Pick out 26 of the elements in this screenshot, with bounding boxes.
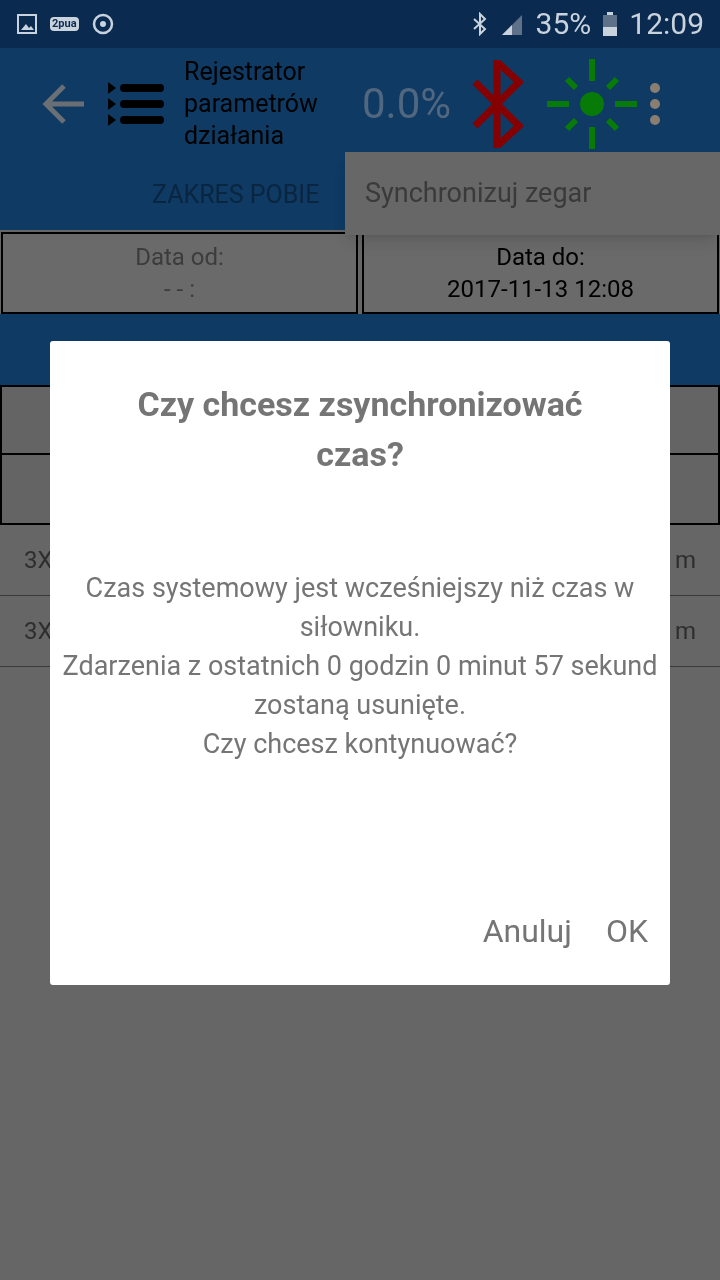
date-cell[interactable]: Data do: 2017-11-13 12:08 bbox=[362, 232, 719, 314]
dialog-button[interactable]: OK bbox=[593, 899, 660, 963]
dialog-title: Czy chcesz zsynchronizować czas? bbox=[136, 383, 584, 476]
app-badge: 2pua bbox=[50, 17, 79, 31]
date-label: Data do: bbox=[496, 242, 585, 273]
dialog-message: Czy chcesz kontynuować? bbox=[202, 727, 518, 762]
progress-percent: 0.0% bbox=[362, 83, 452, 125]
power-icon bbox=[90, 12, 115, 36]
table-cell-text: m bbox=[674, 616, 696, 647]
more-options-icon[interactable] bbox=[649, 82, 662, 126]
date-value: 2017-11-13 12:08 bbox=[447, 274, 634, 305]
bluetooth-icon bbox=[471, 12, 488, 36]
table-cell-text: 3X bbox=[24, 616, 53, 647]
sun-icon[interactable] bbox=[547, 59, 638, 149]
table-cell-text: 3X bbox=[24, 545, 53, 576]
table-cell-text: m bbox=[674, 545, 696, 576]
battery-percent: 35% bbox=[535, 9, 592, 39]
dialog-button[interactable]: Anuluj bbox=[470, 899, 584, 963]
battery-icon bbox=[603, 12, 618, 36]
dialog-message: Czas systemowy jest wcześniejszy niż czas w siłowniku. bbox=[84, 571, 636, 645]
date-value: - - : bbox=[164, 274, 195, 305]
app-title: Rejestrator parametrów działania bbox=[184, 56, 319, 152]
image-icon bbox=[16, 13, 38, 35]
list-icon[interactable] bbox=[108, 81, 164, 127]
dialog-message: Zdarzenia z ostatnich 0 godzin 0 minut 57 sekund zostaną usunięte. bbox=[61, 649, 659, 723]
clock-time: 12:09 bbox=[629, 9, 704, 39]
